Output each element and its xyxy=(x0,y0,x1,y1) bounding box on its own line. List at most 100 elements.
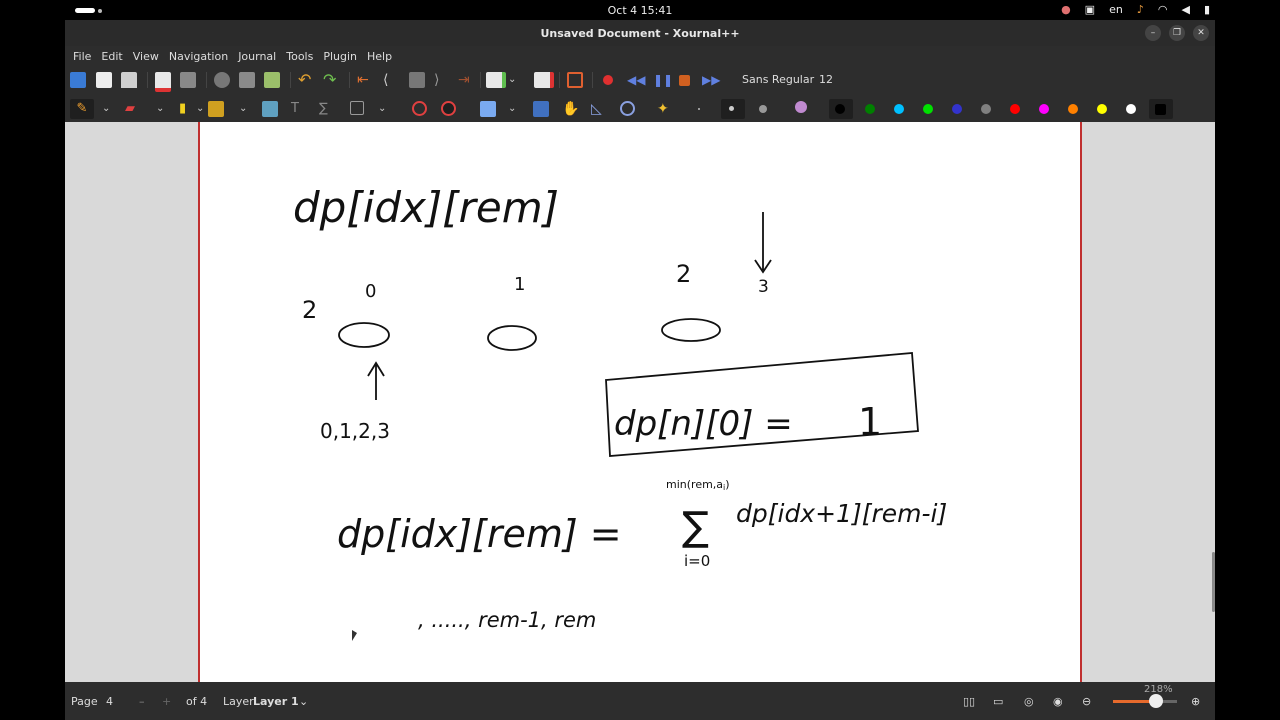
menu-tools[interactable]: Tools xyxy=(281,50,318,63)
chevron-down-icon[interactable]: ⌄ xyxy=(239,101,249,117)
shape-fill-tool-icon[interactable] xyxy=(208,101,224,117)
minimize-button[interactable]: – xyxy=(1145,25,1161,41)
system-tray[interactable]: ● ▣ en ♪ ◠ ◀ ▮ xyxy=(1061,3,1210,17)
undo-icon[interactable]: ↶ xyxy=(298,72,314,88)
last-page-icon[interactable]: ⇥ xyxy=(458,72,474,88)
open-folder-icon[interactable] xyxy=(121,72,137,88)
chevron-down-icon[interactable]: ⌄ xyxy=(508,101,518,117)
chevron-down-icon[interactable]: ⌄ xyxy=(196,101,206,117)
color-swatch-yellow[interactable] xyxy=(1097,104,1107,114)
chevron-down-icon[interactable]: ⌄ xyxy=(299,695,308,708)
export-pdf-icon[interactable] xyxy=(155,72,171,92)
chevron-down-icon[interactable]: ⌄ xyxy=(102,101,112,117)
zoom-slider-handle[interactable] xyxy=(1148,694,1163,708)
menu-view[interactable]: View xyxy=(128,50,164,63)
ruler-shape-icon[interactable] xyxy=(412,101,427,116)
menu-file[interactable]: File xyxy=(68,50,96,63)
color-swatch-blue[interactable] xyxy=(952,104,962,114)
chevron-down-icon[interactable]: ⌄ xyxy=(156,101,166,117)
fullscreen-icon[interactable] xyxy=(567,72,583,88)
arrow-shape-icon[interactable] xyxy=(441,101,456,116)
menu-journal[interactable]: Journal xyxy=(233,50,281,63)
previous-page-icon[interactable]: ⟨ xyxy=(383,72,399,88)
color-swatch-black[interactable] xyxy=(835,104,845,114)
rewind-icon[interactable]: ◀◀ xyxy=(627,72,645,88)
save-icon[interactable] xyxy=(70,72,86,88)
menu-edit[interactable]: Edit xyxy=(96,50,127,63)
chevron-down-icon[interactable]: ⌄ xyxy=(378,101,388,117)
new-document-icon[interactable] xyxy=(96,72,112,88)
color-picker-icon[interactable] xyxy=(795,101,807,113)
delete-page-icon[interactable] xyxy=(534,72,554,88)
font-size[interactable]: 12 xyxy=(819,73,833,86)
dot-medium-icon[interactable] xyxy=(729,106,734,111)
zoom-fit-icon[interactable]: ◎ xyxy=(1024,695,1034,708)
color-swatch-gray[interactable] xyxy=(981,104,991,114)
menu-plugin[interactable]: Plugin xyxy=(318,50,362,63)
zoom-out-icon[interactable]: ⊖ xyxy=(1082,695,1091,708)
latex-tool-icon[interactable]: ∑ xyxy=(319,101,335,117)
redo-icon[interactable]: ↷ xyxy=(323,72,339,88)
setsquare-icon[interactable]: ◺ xyxy=(591,101,607,117)
color-swatch-lightgreen[interactable] xyxy=(923,104,933,114)
paste-icon[interactable] xyxy=(264,72,280,88)
color-swatch-orange[interactable] xyxy=(1068,104,1078,114)
eraser-tool-icon[interactable]: ▰ xyxy=(125,101,141,117)
page-increment-button[interactable]: + xyxy=(162,695,171,708)
canvas-area[interactable]: dp[idx][rem] 2 0 1 2 3 0,1,2,3 dp[n][0] … xyxy=(65,122,1215,682)
dot-small-icon[interactable] xyxy=(698,108,700,110)
screen-record-icon[interactable]: ● xyxy=(1061,3,1071,17)
wifi-icon[interactable]: ◠ xyxy=(1158,3,1168,17)
next-page-icon[interactable]: ⟩ xyxy=(434,72,450,88)
color-swatch-red[interactable] xyxy=(1010,104,1020,114)
shape-tool-icon[interactable] xyxy=(350,101,364,115)
color-swatch-white[interactable] xyxy=(1126,104,1136,114)
chevron-down-icon[interactable]: ⌄ xyxy=(508,72,518,88)
compass-icon[interactable] xyxy=(620,101,635,116)
presentation-mode-icon[interactable]: ▭ xyxy=(993,695,1003,708)
custom-color-icon[interactable] xyxy=(1155,104,1166,115)
insert-page-icon[interactable] xyxy=(486,72,506,88)
hand-tool-icon[interactable]: ✋ xyxy=(562,101,579,117)
goto-page-icon[interactable] xyxy=(409,72,425,88)
print-icon[interactable] xyxy=(180,72,196,88)
clipboard-icon[interactable]: ▣ xyxy=(1085,3,1095,17)
zoom-reset-icon[interactable]: ◉ xyxy=(1053,695,1063,708)
paired-pages-icon[interactable]: ▯▯ xyxy=(963,695,975,708)
first-page-icon[interactable]: ⇤ xyxy=(357,72,373,88)
close-button[interactable]: ✕ xyxy=(1193,25,1209,41)
microphone-icon[interactable]: ♪ xyxy=(1137,3,1144,17)
color-swatch-green[interactable] xyxy=(865,104,875,114)
fast-forward-icon[interactable]: ▶▶ xyxy=(702,72,720,88)
dot-large-icon[interactable] xyxy=(759,105,767,113)
highlighter-tool-icon[interactable]: ▮ xyxy=(179,101,195,117)
page-decrement-button[interactable]: – xyxy=(139,695,145,708)
font-selector[interactable]: Sans Regular xyxy=(742,73,814,86)
maximize-button[interactable]: ❐ xyxy=(1169,25,1185,41)
language-indicator[interactable]: en xyxy=(1109,3,1123,17)
zoom-in-icon[interactable]: ⊕ xyxy=(1191,695,1200,708)
record-icon[interactable] xyxy=(603,75,613,85)
stop-icon[interactable] xyxy=(679,75,690,86)
text-tool-icon[interactable]: T xyxy=(291,101,307,117)
vertical-space-icon[interactable] xyxy=(533,101,549,117)
pen-tool-icon[interactable]: ✎ xyxy=(70,99,94,119)
color-swatch-lightblue[interactable] xyxy=(894,104,904,114)
pause-icon[interactable]: ❚❚ xyxy=(653,72,673,88)
layer-selector[interactable]: Layer 1 xyxy=(253,695,299,708)
menu-navigation[interactable]: Navigation xyxy=(164,50,233,63)
zoom-slider[interactable] xyxy=(1113,694,1177,708)
vertical-scrollbar[interactable] xyxy=(1212,552,1215,612)
color-swatch-magenta[interactable] xyxy=(1039,104,1049,114)
image-tool-icon[interactable] xyxy=(262,101,278,117)
select-region-icon[interactable] xyxy=(480,101,496,117)
page-number-input[interactable]: 4 xyxy=(106,695,113,708)
menu-help[interactable]: Help xyxy=(362,50,397,63)
sum-upper: min(rem,ai) xyxy=(666,478,730,492)
notebook-page[interactable]: dp[idx][rem] 2 0 1 2 3 0,1,2,3 dp[n][0] … xyxy=(198,122,1082,682)
volume-icon[interactable]: ◀ xyxy=(1181,3,1189,17)
cut-icon[interactable] xyxy=(214,72,230,88)
copy-icon[interactable] xyxy=(239,72,255,88)
battery-icon[interactable]: ▮ xyxy=(1204,3,1210,17)
auto-shape-icon[interactable]: ✦ xyxy=(657,101,673,117)
